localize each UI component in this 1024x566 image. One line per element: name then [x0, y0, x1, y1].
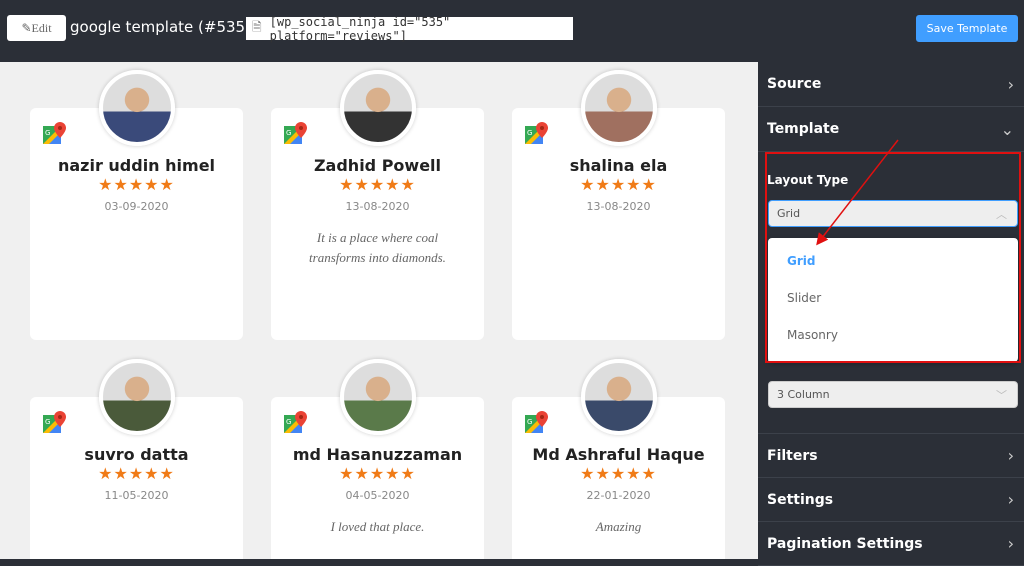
- annotation-arrow: [816, 139, 899, 246]
